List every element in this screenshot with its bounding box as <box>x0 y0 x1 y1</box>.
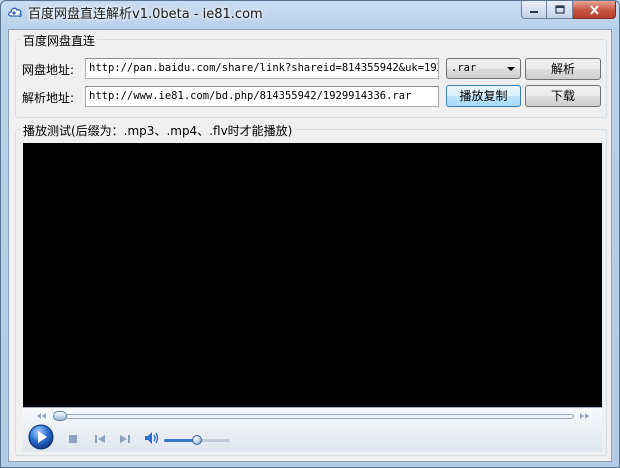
video-area[interactable] <box>23 143 602 407</box>
netdisk-address-input[interactable]: http://pan.baidu.com/share/link?shareid=… <box>85 58 439 79</box>
netdisk-group-title: 百度网盘直连 <box>21 32 98 49</box>
maximize-button[interactable] <box>547 1 573 19</box>
parse-button[interactable]: 解析 <box>525 58 601 80</box>
seek-bar[interactable] <box>59 414 574 419</box>
rewind-icon[interactable] <box>35 410 47 424</box>
download-button[interactable]: 下载 <box>525 85 601 107</box>
window-title: 百度网盘直连解析v1.0beta - ie81.com <box>28 7 263 22</box>
resolved-address-input[interactable]: http://www.ie81.com/bd.php/814355942/192… <box>85 86 439 107</box>
volume-thumb[interactable] <box>192 435 202 445</box>
maximize-icon <box>554 5 565 14</box>
client-area: 百度网盘直连 网盘地址: http://pan.baidu.com/share/… <box>8 29 612 462</box>
stop-icon[interactable] <box>68 433 78 447</box>
app-window: 百度网盘直连解析v1.0beta - ie81.com 百度网盘直连 网盘地址:… <box>0 0 620 468</box>
seek-thumb[interactable] <box>53 411 67 421</box>
cloud-icon <box>7 4 23 20</box>
fast-forward-icon[interactable] <box>579 410 591 424</box>
player-group-title: 播放测试(后缀为：.mp3、.mp4、.flv时才能播放) <box>21 122 295 139</box>
close-button[interactable] <box>573 1 616 19</box>
previous-icon[interactable] <box>94 433 106 447</box>
extension-select[interactable]: .rar <box>446 58 521 79</box>
extension-select-value: .rar <box>451 62 477 74</box>
chevron-down-icon <box>507 67 515 71</box>
close-icon <box>589 4 600 15</box>
minimize-icon <box>529 6 539 14</box>
resolved-address-label: 解析地址: <box>22 91 75 105</box>
player-controls <box>23 407 602 452</box>
title-bar[interactable]: 百度网盘直连解析v1.0beta - ie81.com <box>1 1 619 23</box>
play-icon[interactable] <box>28 424 54 453</box>
next-icon[interactable] <box>119 433 131 447</box>
netdisk-address-label: 网盘地址: <box>22 63 75 77</box>
volume-icon[interactable] <box>144 431 160 448</box>
minimize-button[interactable] <box>521 1 547 19</box>
play-copy-button[interactable]: 播放复制 <box>446 85 521 107</box>
